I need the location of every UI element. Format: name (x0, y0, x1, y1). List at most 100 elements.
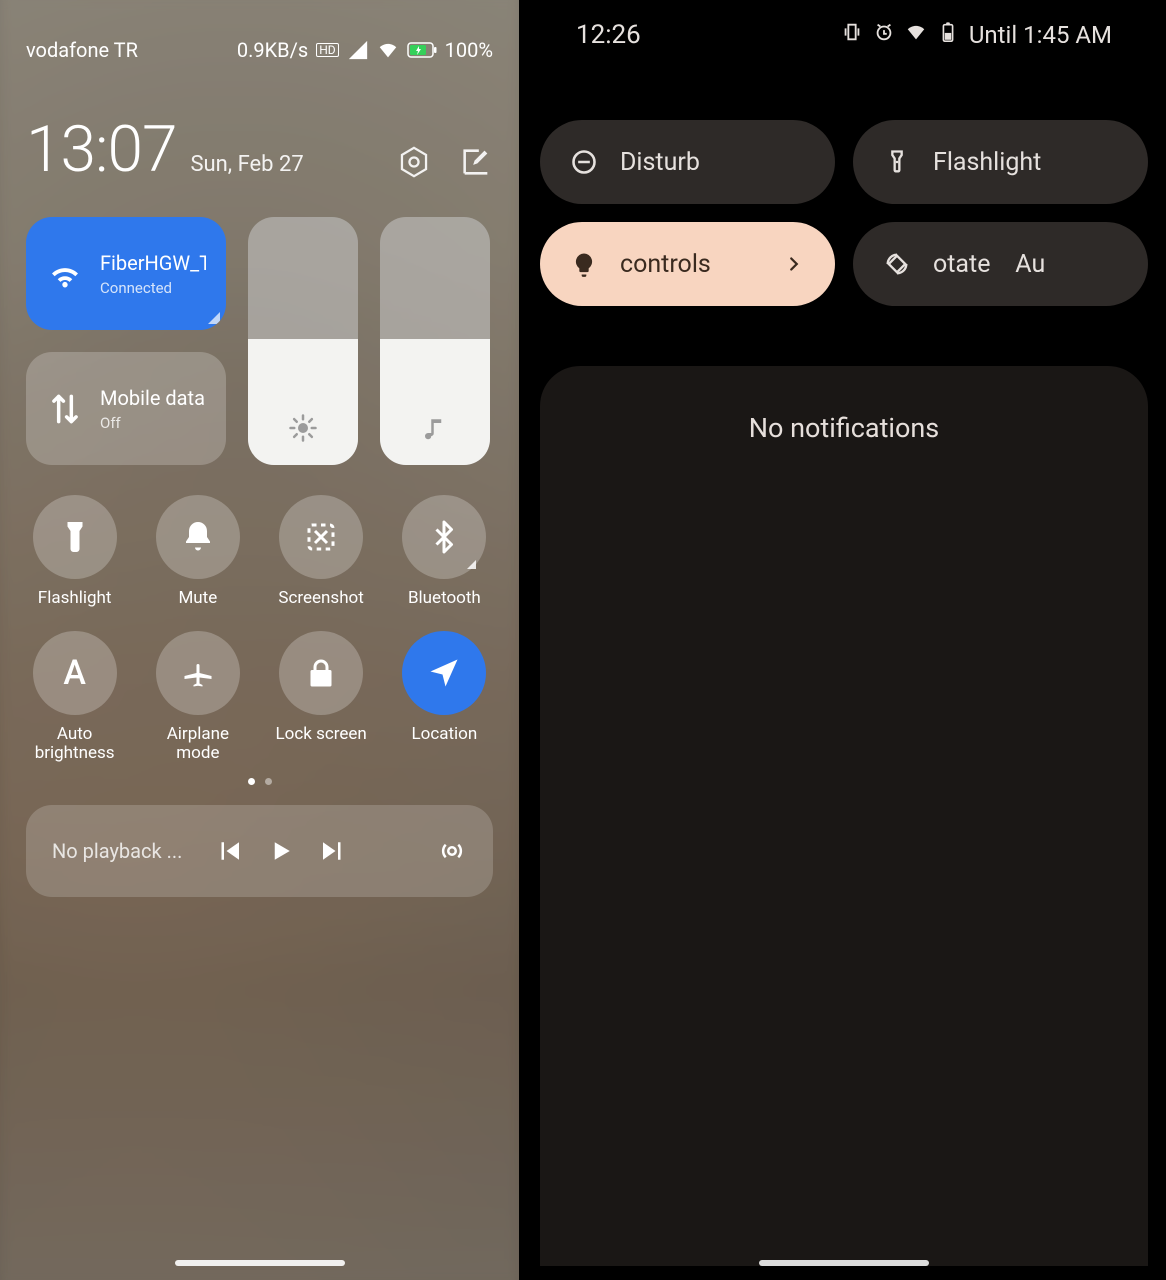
bell-icon (180, 519, 216, 555)
signal-icon (347, 39, 369, 61)
clock-row: 13:07 Sun, Feb 27 (26, 118, 493, 187)
letter-a-icon: A (63, 653, 86, 693)
lock-circle (279, 631, 363, 715)
tile-label: Flashlight (933, 148, 1118, 177)
wifi-ssid: FiberHGW_TP (100, 251, 206, 275)
battery-icon (937, 21, 959, 49)
lightbulb-icon (570, 250, 598, 278)
wifi-icon (377, 39, 399, 61)
screenshot-circle (279, 495, 363, 579)
flashlight-toggle[interactable]: Flashlight (26, 495, 123, 609)
tile-label: controls (620, 250, 761, 279)
phone-miui: vodafone TR 0.9KB/s HD 100% (0, 0, 519, 1280)
chevron-right-icon (783, 253, 805, 275)
mobile-data-status: Off (100, 414, 205, 432)
bluetooth-icon (426, 519, 462, 555)
auto-brightness-circle: A (33, 631, 117, 715)
auto-rotate-tile[interactable]: otate Au (853, 222, 1148, 306)
settings-icon[interactable] (397, 145, 431, 179)
toggle-label: Flashlight (38, 589, 112, 609)
media-title: No playback ... (52, 839, 192, 863)
airplane-circle (156, 631, 240, 715)
time-label: 13:07 (26, 118, 176, 182)
wifi-tile[interactable]: FiberHGW_TP Connected (26, 217, 226, 330)
phone-pixel: 12:26 Until 1:45 AM (522, 0, 1166, 1280)
toggle-label: Bluetooth (408, 589, 481, 609)
no-notifications-label: No notifications (749, 412, 940, 1266)
carrier-label: vodafone TR (26, 38, 138, 62)
media-player-bar[interactable]: No playback ... (26, 805, 493, 897)
clock-actions (397, 145, 493, 187)
status-right: 0.9KB/s HD 100% (237, 38, 493, 62)
toggle-label: Auto brightness (35, 725, 115, 764)
home-controls-tile[interactable]: controls (540, 222, 835, 306)
battery-text: Until 1:45 AM (969, 21, 1112, 49)
flashlight-icon (57, 519, 93, 555)
status-bar: vodafone TR 0.9KB/s HD 100% (26, 0, 493, 100)
dnd-tile[interactable]: Disturb (540, 120, 835, 204)
nav-handle[interactable] (759, 1260, 929, 1266)
screenshot-toggle[interactable]: Screenshot (273, 495, 370, 609)
media-next-icon[interactable] (318, 836, 348, 866)
wifi-icon (905, 21, 927, 49)
tiles-row: FiberHGW_TP Connected Mobile data Off (26, 217, 493, 465)
brightness-fill (248, 339, 358, 465)
page-dot-active (248, 778, 255, 785)
mobile-data-title: Mobile data (100, 386, 205, 410)
wifi-status: Connected (100, 279, 206, 297)
dual-phone-canvas: vodafone TR 0.9KB/s HD 100% (0, 0, 1166, 1280)
bluetooth-circle (402, 495, 486, 579)
battery-icon (407, 42, 437, 58)
quick-toggle-grid: Flashlight Mute Screenshot (26, 495, 493, 764)
rotate-icon (883, 250, 911, 278)
lock-screen-toggle[interactable]: Lock screen (273, 631, 370, 764)
music-note-icon (420, 413, 450, 443)
airplane-icon (180, 655, 216, 691)
tile-label: otate Au (933, 250, 1118, 279)
media-prev-icon[interactable] (214, 836, 244, 866)
media-output-icon[interactable] (437, 836, 467, 866)
flashlight-circle (33, 495, 117, 579)
notification-panel[interactable]: No notifications (540, 366, 1148, 1266)
flashlight-tile[interactable]: Flashlight (853, 120, 1148, 204)
volume-slider[interactable] (380, 217, 490, 465)
brightness-slider[interactable] (248, 217, 358, 465)
alarm-icon (873, 21, 895, 49)
clock-block: 13:07 Sun, Feb 27 (26, 118, 304, 187)
toggle-label: Screenshot (278, 589, 363, 609)
net-speed: 0.9KB/s (237, 38, 308, 62)
mobile-data-tile[interactable]: Mobile data Off (26, 352, 226, 465)
tile-label: Disturb (620, 148, 805, 177)
battery-pct: 100% (445, 38, 493, 62)
quick-settings-grid: Disturb Flashlight controls (540, 120, 1148, 306)
nav-handle[interactable] (175, 1260, 345, 1266)
status-right: Until 1:45 AM (841, 21, 1112, 49)
time-label: 12:26 (576, 20, 641, 50)
auto-brightness-toggle[interactable]: A Auto brightness (26, 631, 123, 764)
scissors-icon (303, 519, 339, 555)
dnd-icon (570, 148, 598, 176)
lock-icon (303, 655, 339, 691)
media-play-icon[interactable] (266, 836, 296, 866)
sun-icon (288, 413, 318, 443)
page-dot (265, 778, 272, 785)
volume-fill (380, 339, 490, 465)
date-label: Sun, Feb 27 (190, 152, 303, 187)
toggle-label: Lock screen (275, 725, 366, 745)
mute-circle (156, 495, 240, 579)
edit-icon[interactable] (459, 145, 493, 179)
mobile-data-icon (46, 390, 84, 428)
bluetooth-toggle[interactable]: Bluetooth (396, 495, 493, 609)
toggle-label: Airplane mode (167, 725, 229, 764)
location-toggle[interactable]: Location (396, 631, 493, 764)
airplane-toggle[interactable]: Airplane mode (149, 631, 246, 764)
vibrate-icon (841, 21, 863, 49)
status-bar: 12:26 Until 1:45 AM (540, 0, 1148, 70)
mute-toggle[interactable]: Mute (149, 495, 246, 609)
toggle-label: Location (411, 725, 477, 745)
expand-corner-icon (467, 560, 476, 569)
toggle-label: Mute (178, 589, 217, 609)
flashlight-icon (883, 148, 911, 176)
wifi-tile-icon (46, 255, 84, 293)
location-arrow-icon (426, 655, 462, 691)
